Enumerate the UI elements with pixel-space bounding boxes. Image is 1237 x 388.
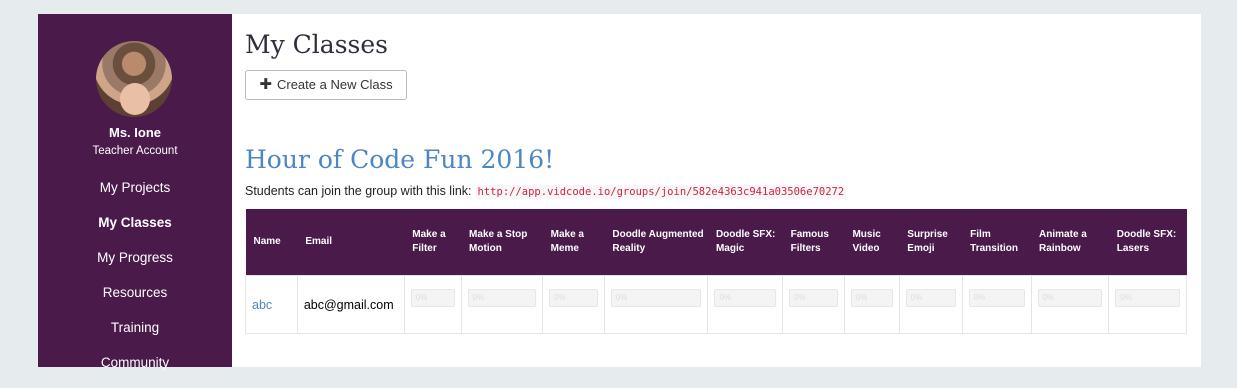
progress-cell: 0% <box>603 275 709 334</box>
progress-cell: 0% <box>843 275 900 334</box>
progress-cell: 0% <box>782 275 845 334</box>
column-header[interactable]: Make a Meme <box>542 209 605 276</box>
column-header[interactable]: Email <box>297 209 405 276</box>
progress-cell: 0% <box>1108 275 1187 334</box>
column-header[interactable]: Name <box>245 209 298 276</box>
column-header[interactable]: Animate a Rainbow <box>1031 209 1109 276</box>
sidebar-item-my-progress[interactable]: My Progress <box>38 248 232 283</box>
main-content: My Classes ✚ Create a New Class Hour of C… <box>232 14 1201 367</box>
progress-cell: 0% <box>403 275 462 334</box>
join-text: Students can join the group with this li… <box>245 184 472 198</box>
progress-bar: 0% <box>789 288 838 307</box>
column-header[interactable]: Film Transition <box>962 209 1032 276</box>
sidebar-item-resources[interactable]: Resources <box>38 283 232 318</box>
create-class-label: Create a New Class <box>276 77 393 92</box>
sidebar: Ms. Ione Teacher Account My Projects My … <box>38 14 232 370</box>
progress-bar: 0% <box>905 288 956 307</box>
progress-bar: 0% <box>1115 288 1180 307</box>
column-header[interactable]: Make a Stop Motion <box>461 209 543 276</box>
column-header[interactable]: Doodle SFX: Lasers <box>1108 209 1187 276</box>
student-name-link[interactable]: abc <box>252 298 272 312</box>
progress-bar: 0% <box>850 288 893 307</box>
sidebar-nav: My Projects My Classes My Progress Resou… <box>38 178 232 388</box>
progress-cell: 0% <box>707 275 784 334</box>
sidebar-item-training[interactable]: Training <box>38 318 232 353</box>
student-name[interactable]: abc <box>245 275 298 334</box>
group-title: Hour of Code Fun 2016! <box>245 145 555 174</box>
progress-bar: 0% <box>549 288 598 307</box>
progress-bar: 0% <box>610 288 702 307</box>
class-table: Name Email Make a Filter Make a Stop Mot… <box>245 209 1187 334</box>
progress-bar: 0% <box>1037 288 1103 307</box>
create-class-button[interactable]: ✚ Create a New Class <box>245 70 407 100</box>
column-header[interactable]: Make a Filter <box>404 209 462 276</box>
teacher-name: Ms. Ione <box>108 125 161 140</box>
progress-cell: 0% <box>961 275 1032 334</box>
table-row: abc abc@gmail.com 0% 0% 0% 0% 0% 0% 0% 0… <box>245 275 1187 334</box>
join-link[interactable]: http://app.vidcode.io/groups/join/582e43… <box>475 185 847 199</box>
progress-bar: 0% <box>410 288 455 307</box>
column-header[interactable]: Surprise Emoji <box>899 209 963 276</box>
teacher-role: Teacher Account <box>92 145 178 157</box>
progress-bar: 0% <box>467 288 537 307</box>
progress-bar: 0% <box>968 288 1025 307</box>
progress-cell: 0% <box>898 275 963 334</box>
student-email: abc@gmail.com <box>296 275 405 334</box>
progress-cell: 0% <box>1030 275 1110 334</box>
plus-icon: ✚ <box>259 76 272 93</box>
sidebar-item-my-classes[interactable]: My Classes <box>38 213 232 248</box>
column-header[interactable]: Famous Filters <box>782 209 845 276</box>
sidebar-item-my-projects[interactable]: My Projects <box>38 178 232 213</box>
column-header[interactable]: Doodle SFX: Magic <box>707 209 783 276</box>
column-header[interactable]: Music Video <box>844 209 900 276</box>
column-header[interactable]: Doodle Augmented Reality <box>604 209 708 276</box>
progress-cell: 0% <box>542 275 605 334</box>
page-title: My Classes <box>245 30 388 59</box>
table-header-row: Name Email Make a Filter Make a Stop Mot… <box>245 209 1187 276</box>
progress-cell: 0% <box>460 275 544 334</box>
sidebar-item-community[interactable]: Community <box>38 353 232 388</box>
avatar[interactable] <box>96 41 172 117</box>
join-line: Students can join the group with this li… <box>245 184 847 199</box>
progress-bar: 0% <box>714 288 777 307</box>
